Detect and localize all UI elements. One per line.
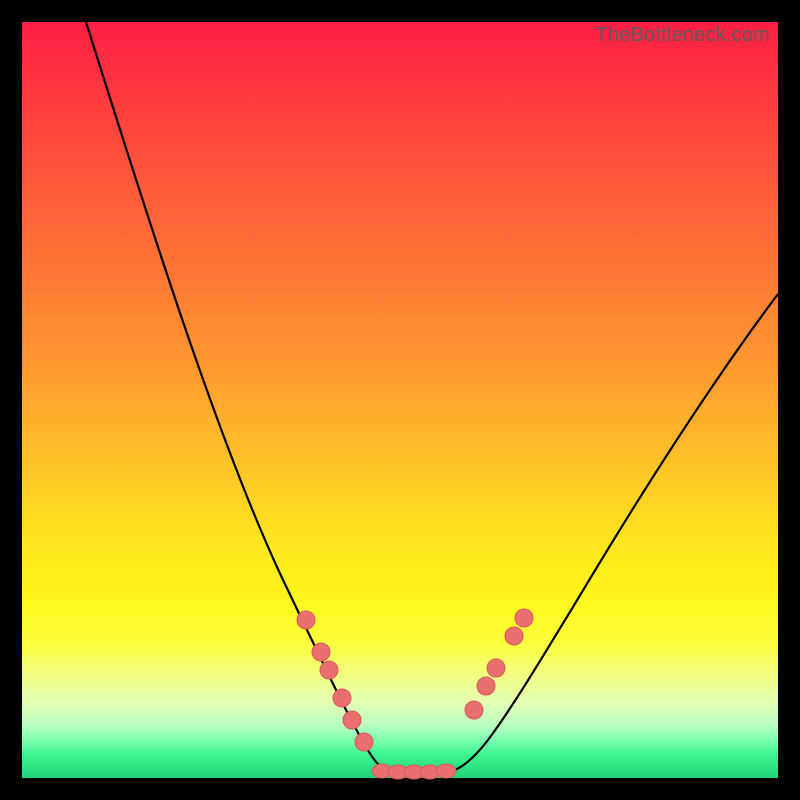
marker-dot [355, 733, 373, 751]
marker-dot [333, 689, 351, 707]
marker-dot [312, 643, 330, 661]
marker-dot [297, 611, 315, 629]
left-curve [86, 22, 402, 772]
marker-dot [515, 609, 533, 627]
marker-dot [436, 764, 456, 778]
right-curve [438, 294, 778, 772]
plot-area: TheBottleneck.com [22, 22, 778, 778]
marker-dot [477, 677, 495, 695]
marker-dot [465, 701, 483, 719]
curve-layer [22, 22, 778, 778]
chart-frame: TheBottleneck.com [0, 0, 800, 800]
marker-dot [505, 627, 523, 645]
marker-dot [487, 659, 505, 677]
marker-dot [343, 711, 361, 729]
marker-dot [320, 661, 338, 679]
